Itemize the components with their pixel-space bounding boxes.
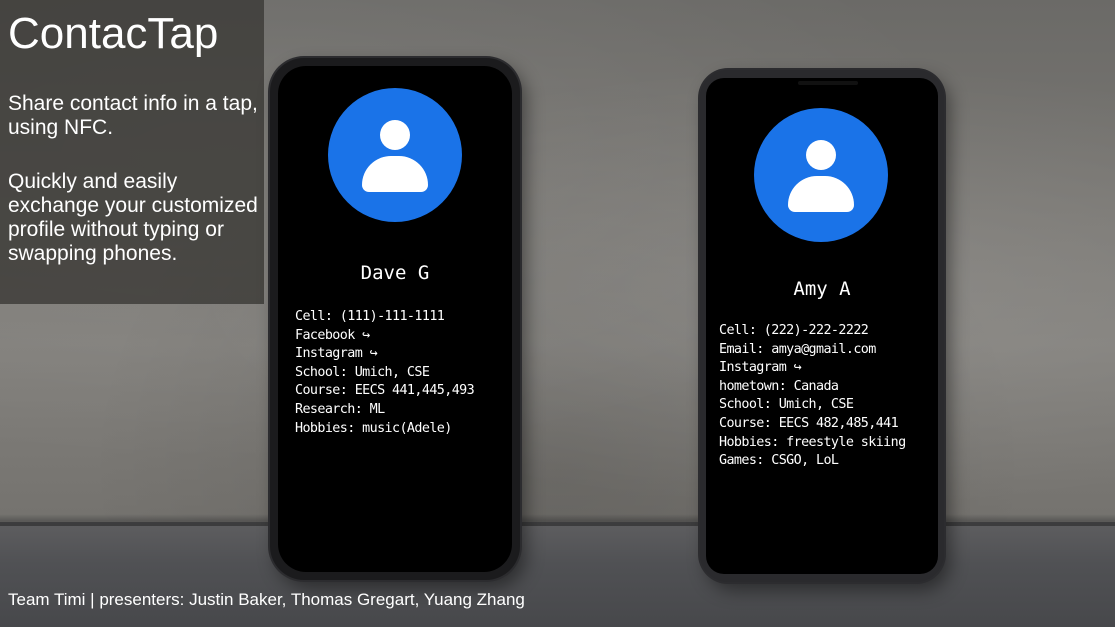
person-icon [328, 88, 462, 222]
contact-fields: Cell: (222)-222-2222 Email: amya@gmail.c… [719, 322, 906, 471]
contact-field-hometown: hometown: Canada [719, 378, 839, 394]
contact-field-course: Course: EECS 441,445,493 [295, 383, 475, 399]
contact-field-games: Games: CSGO, LoL [719, 453, 839, 469]
contact-field-school: School: Umich, CSE [719, 397, 854, 413]
phone-left: Dave G Cell: (111)-111-1111 Facebook ↪ I… [270, 58, 520, 580]
person-icon [754, 108, 888, 242]
contact-field-cell: Cell: (222)-222-2222 [719, 323, 869, 338]
tagline: Share contact info in a tap, using NFC. [8, 92, 258, 139]
contact-field-research: Research: ML [295, 401, 385, 417]
phone-right: Amy A Cell: (222)-222-2222 Email: amya@g… [700, 70, 944, 582]
phone-notch [798, 81, 858, 85]
contact-field-cell: Cell: (111)-111-1111 [295, 309, 445, 324]
contact-fields: Cell: (111)-111-1111 Facebook ↪ Instagra… [295, 308, 475, 438]
contact-field-school: School: Umich, CSE [295, 364, 430, 380]
footer-credits: Team Timi | presenters: Justin Baker, Th… [8, 590, 525, 609]
contact-field-course: Course: EECS 482,485,441 [719, 415, 899, 431]
contact-field-instagram[interactable]: Instagram ↪ [295, 345, 474, 364]
contact-field-instagram[interactable]: Instagram ↪ [719, 359, 906, 378]
phone-screen: Amy A Cell: (222)-222-2222 Email: amya@g… [706, 78, 938, 574]
contact-name: Dave G [360, 262, 430, 284]
contact-field-email[interactable]: Email: amya@gmail.com [719, 341, 906, 360]
contact-name: Amy A [793, 278, 851, 300]
contact-field-hobbies: Hobbies: freestyle skiing [719, 434, 906, 450]
contact-field-facebook[interactable]: Facebook ↪ [295, 327, 474, 346]
phone-screen: Dave G Cell: (111)-111-1111 Facebook ↪ I… [278, 66, 512, 572]
background-floor [0, 522, 1115, 627]
info-panel: ContacTap Share contact info in a tap, u… [0, 0, 264, 304]
app-title: ContacTap [8, 9, 219, 58]
contact-field-hobbies: Hobbies: music(Adele) [295, 420, 452, 436]
description: Quickly and easily exchange your customi… [8, 170, 258, 265]
